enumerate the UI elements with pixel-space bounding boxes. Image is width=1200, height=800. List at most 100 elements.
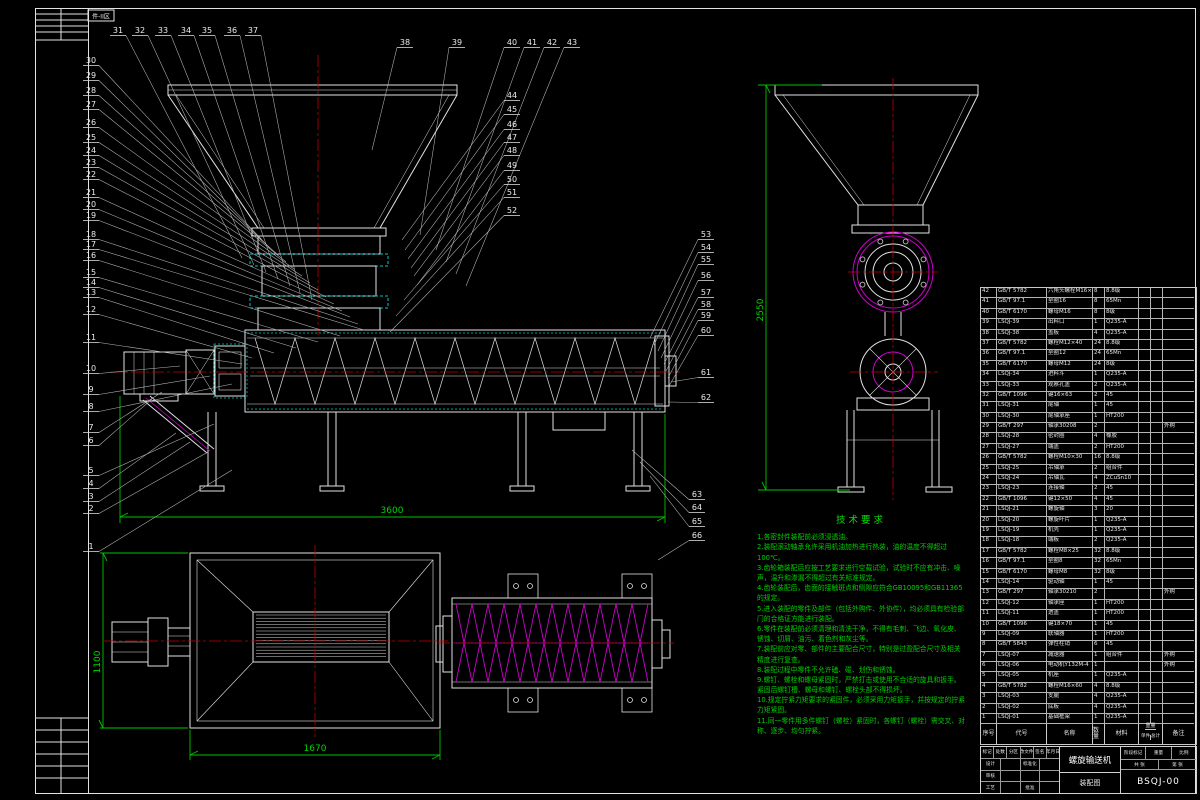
bom-row: 19 LSQJ-19 机壳 1 Q235-A <box>981 526 1196 538</box>
svg-text:54: 54 <box>701 243 711 252</box>
bom-row: 1 LSQJ-01 基础框架 1 Q235-A <box>981 714 1196 725</box>
svg-text:4: 4 <box>88 479 93 488</box>
svg-text:20: 20 <box>86 200 96 209</box>
svg-text:53: 53 <box>701 230 711 239</box>
balloon-39: 39 <box>419 38 465 236</box>
tech-requirement-item: 10.规定拧紧力矩要求的紧固件，必须采用力矩扳手，并按规定的拧紧力矩紧固。 <box>757 696 965 715</box>
svg-text:15: 15 <box>86 268 96 277</box>
bom-header: 序号 代号 名称 数量 材料 重量 单件 总计 备注 <box>981 724 1196 745</box>
bom-row: 30 LSQJ-30 尾轴承座 1 HT200 <box>981 412 1196 424</box>
bom-row: 3 LSQJ-03 支腿 4 Q235-A <box>981 693 1196 704</box>
technical-requirements-title: 技术要求 <box>835 515 886 526</box>
svg-text:44: 44 <box>507 91 517 100</box>
stage-label: 阶段标记 <box>1121 747 1147 759</box>
svg-text:57: 57 <box>701 288 711 297</box>
bom-header-name: 名称 <box>1047 724 1093 745</box>
svg-text:35: 35 <box>202 26 212 35</box>
svg-text:17: 17 <box>86 240 96 249</box>
bom-row: 38 LSQJ-38 盖板 4 Q235-A <box>981 329 1196 340</box>
balloon-40: 40 <box>435 38 520 251</box>
bom-header-qty: 数量 <box>1093 724 1105 745</box>
svg-text:23: 23 <box>86 158 96 167</box>
svg-text:14: 14 <box>86 278 96 287</box>
svg-text:64: 64 <box>692 503 702 512</box>
svg-text:56: 56 <box>701 271 711 280</box>
svg-text:58: 58 <box>701 300 711 309</box>
balloon-49: 49 <box>416 161 520 286</box>
bom-row: 28 LSQJ-28 密封圈 4 橡胶 <box>981 433 1196 444</box>
tech-requirement-item: 3.齿轮箱装配后应按工艺要求进行空载试验，试验时不应有冲击、噪声，温升和渗漏不得… <box>757 563 961 582</box>
bom-row: 23 LSQJ-23 连接轴 2 45 <box>981 485 1196 496</box>
bom-row: 13 GB/T 297 轴承30210 2 外购 <box>981 589 1196 600</box>
svg-text:18: 18 <box>86 230 96 239</box>
bom-row: 24 LSQJ-24 吊轴瓦 4 ZCuSn10 <box>981 475 1196 486</box>
balloon-42: 42 <box>455 38 560 275</box>
bom-row: 18 LSQJ-18 端板 2 Q235-A <box>981 537 1196 548</box>
tech-requirement-item: 4.齿轮装配后，齿面的接触斑点和侧隙应符合GB10095和GB11365的规定。 <box>757 584 963 603</box>
balloon-14: 14 <box>83 278 297 349</box>
svg-text:33: 33 <box>158 26 168 35</box>
technical-requirements: 技术要求 1.各密封件装配前必须浸透油。 2.装配滚动轴承允许采用机油加热进行热装… <box>757 514 965 736</box>
balloon-46: 46 <box>407 120 520 260</box>
part-balloons: 3029282726252423222120191817161514131211… <box>83 26 714 561</box>
bom-row: 26 GB/T 5782 螺栓M10×30 16 8.8级 <box>981 454 1196 465</box>
balloon-66: 66 <box>657 531 705 561</box>
svg-text:42: 42 <box>547 38 557 47</box>
svg-text:55: 55 <box>701 255 711 264</box>
bom-row: 39 LSQJ-39 出料口 1 Q235-A <box>981 319 1196 330</box>
front-view <box>774 84 979 493</box>
bom-row: 8 GB/T 5843 弹性柱销 6 45 <box>981 641 1196 652</box>
dim-main-length: 3600 <box>381 506 404 516</box>
balloon-51: 51 <box>395 188 520 317</box>
svg-text:25: 25 <box>86 133 96 142</box>
svg-text:3: 3 <box>88 492 93 501</box>
tech-requirement-item: 6.零件在装配前必须清理和清洗干净，不得有毛刺、飞边、氧化皮、锈蚀、切屑、油污、… <box>757 624 961 644</box>
svg-text:2: 2 <box>88 504 93 513</box>
svg-text:21: 21 <box>86 188 96 197</box>
title-block-signature-grid: 标记处数分区更改文件号签名年月日设计标准化审核工艺批准 <box>981 747 1060 793</box>
svg-text:32: 32 <box>135 26 145 35</box>
svg-text:61: 61 <box>701 368 711 377</box>
svg-text:39: 39 <box>452 38 462 47</box>
bom-row: 22 GB/T 1096 键12×50 4 45 <box>981 495 1196 507</box>
balloon-15: 15 <box>83 268 319 343</box>
bom-row: 37 GB/T 5782 螺栓M12×40 24 8.8级 <box>981 339 1196 351</box>
balloon-7: 7 <box>83 391 163 433</box>
bom-row: 7 LSQJ-07 减速器 1 组合件 外购 <box>981 651 1196 663</box>
svg-text:28: 28 <box>86 86 96 95</box>
tech-requirement-item: 11.同一零件用多件螺钉（螺栓）紧固时，各螺钉（螺栓）需交叉、对称、逐步、均匀拧… <box>757 716 965 735</box>
svg-text:31: 31 <box>113 26 123 35</box>
svg-text:47: 47 <box>507 133 517 142</box>
balloon-35: 35 <box>199 26 291 287</box>
svg-text:50: 50 <box>507 175 517 184</box>
bom-row: 10 GB/T 1096 键18×70 1 45 <box>981 620 1196 631</box>
dim-plan-depth: 1100 <box>93 650 103 673</box>
balloon-45: 45 <box>404 105 520 251</box>
bom-row: 16 GB/T 97.1 垫圈8 32 65Mn <box>981 558 1196 569</box>
tech-requirement-item: 5.进入装配的零件及部件（包括外购件、外协件），均必须具有检验部门的合格证方能进… <box>757 604 964 623</box>
bom-row: 36 GB/T 97.1 垫圈12 24 65Mn <box>981 350 1196 361</box>
svg-text:60: 60 <box>701 326 711 335</box>
bom-row: 42GB/T 5782六角头螺栓M16×5088.8级 <box>981 288 1196 299</box>
balloon-19: 19 <box>83 211 351 318</box>
bom-header-material: 材料 <box>1105 724 1139 745</box>
bom-row: 5 LSQJ-05 机座 1 Q235-A <box>981 672 1196 683</box>
bom-row: 25 LSQJ-25 吊轴承 2 组合件 <box>981 464 1196 476</box>
svg-text:16: 16 <box>86 251 96 260</box>
dim-front-height: 2550 <box>756 298 766 321</box>
svg-text:43: 43 <box>567 38 577 47</box>
balloon-44: 44 <box>401 91 520 241</box>
svg-text:29: 29 <box>86 71 96 80</box>
bom-row: 33 LSQJ-33 观察孔盖 2 Q235-A <box>981 381 1196 392</box>
weight-label: 重量 <box>1146 747 1172 759</box>
bom-row: 40 GB/T 6170 螺母M16 8 8级 <box>981 308 1196 320</box>
bom-row: 35 GB/T 6170 螺母M12 24 8级 <box>981 360 1196 372</box>
svg-text:36: 36 <box>227 26 237 35</box>
tech-requirement-item: 8.装配过程中零件不允许磕、碰、划伤和锈蚀。 <box>757 665 900 674</box>
balloon-23: 23 <box>83 158 319 291</box>
svg-text:11: 11 <box>86 333 96 342</box>
svg-text:62: 62 <box>701 393 711 402</box>
bom-header-code: 代号 <box>997 724 1047 745</box>
bom-row: 15 GB/T 6170 螺母M8 32 8级 <box>981 568 1196 579</box>
svg-text:5: 5 <box>88 466 93 475</box>
